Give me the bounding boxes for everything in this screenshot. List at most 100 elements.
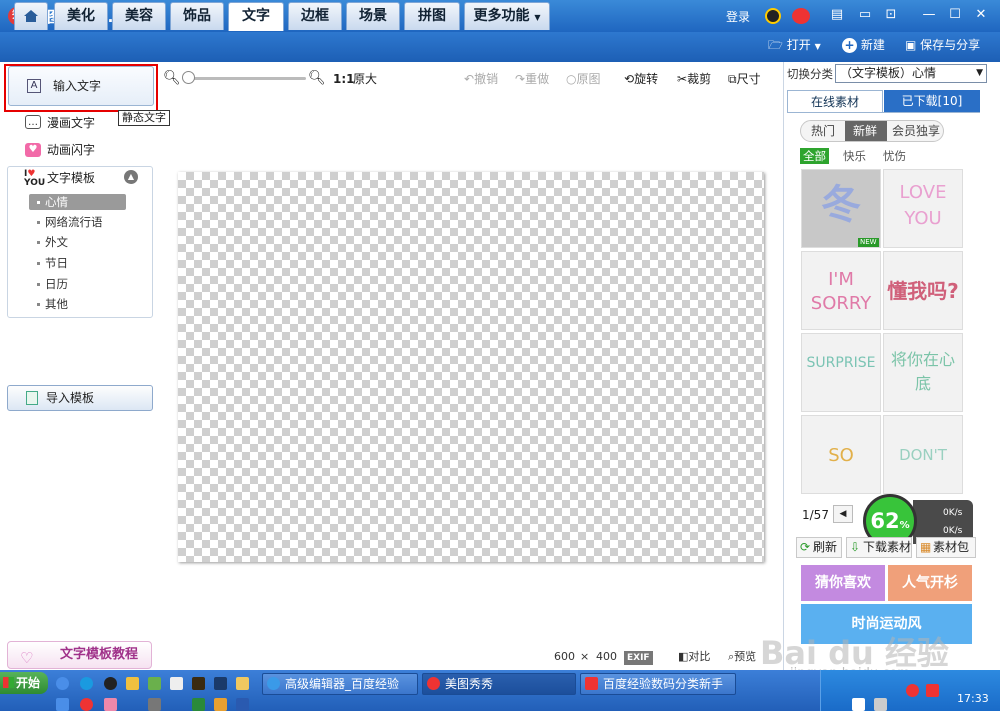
taskbar-item-baidu[interactable]: 百度经验数码分类新手 [580, 673, 736, 695]
template-thumb[interactable]: SURPRISE [801, 333, 881, 412]
zoom-out-icon[interactable]: 🔍︎ [163, 70, 181, 86]
download-material-button[interactable]: ⇩ 下载素材 [846, 537, 912, 558]
meitu-icon[interactable] [80, 698, 93, 711]
login-link[interactable]: 登录 [726, 8, 750, 25]
import-template-button[interactable]: 导入模板 [7, 385, 153, 411]
tab-text[interactable]: 文字 [228, 2, 284, 31]
template-sub-holiday[interactable]: 节日 [37, 255, 68, 271]
redo-button[interactable]: ↷重做 [515, 71, 549, 87]
category-sad[interactable]: 忧伤 [883, 148, 906, 164]
tab-online-material[interactable]: 在线素材 [787, 90, 883, 112]
photoshop-icon[interactable] [214, 677, 227, 690]
tab-scene[interactable]: 场景 [346, 2, 400, 30]
filter-hot[interactable]: 热门 [811, 124, 835, 138]
template-thumb[interactable]: LOVE YOU [883, 169, 963, 248]
banner-popular[interactable]: 人气开杉 [888, 565, 972, 601]
excel-icon[interactable] [192, 698, 205, 711]
quicklaunch-icon[interactable] [214, 698, 227, 711]
taskbar-item-meitu[interactable]: 美图秀秀 [422, 673, 576, 695]
text-template-header[interactable]: 文字模板 [47, 170, 95, 186]
tab-downloaded[interactable]: 已下载[10] [884, 90, 980, 112]
start-button[interactable]: 开始 [0, 672, 48, 694]
taskbar-item-editor[interactable]: 高级编辑器_百度经验 [262, 673, 418, 695]
preview-button[interactable]: ⌕预览 [728, 650, 756, 664]
comic-text-item[interactable]: 漫画文字 [47, 115, 95, 131]
zoom-slider-handle[interactable] [182, 71, 195, 84]
open-button[interactable]: 🗁 打开 ▼ [768, 36, 821, 56]
save-share-button[interactable]: ▣ 保存与分享 [905, 36, 980, 54]
template-sub-mood[interactable]: 心情 [29, 194, 126, 210]
zoom-slider[interactable] [184, 77, 306, 80]
quicklaunch-icon[interactable] [56, 698, 69, 711]
template-sub-other[interactable]: 其他 [37, 296, 68, 312]
illustrator-icon[interactable] [192, 677, 205, 690]
help-icon[interactable] [852, 698, 865, 711]
minimize-icon[interactable]: — [920, 7, 938, 23]
template-tutorial-button[interactable]: ♡ 文字模板教程 [7, 641, 152, 669]
flash-text-item[interactable]: 动画闪字 [47, 142, 95, 158]
ie-icon[interactable] [56, 677, 69, 690]
filter-vip[interactable]: 会员独享 [892, 124, 940, 138]
refresh-button[interactable]: ⟳ 刷新 [796, 537, 842, 558]
close-icon[interactable]: ✕ [972, 7, 990, 23]
category-all[interactable]: 全部 [800, 148, 829, 164]
filter-new[interactable]: 新鲜 [853, 124, 877, 138]
doc-icon[interactable] [170, 677, 183, 690]
app-icon[interactable] [126, 677, 139, 690]
tab-collage[interactable]: 拼图 [404, 2, 460, 30]
progress-value: 62 [870, 509, 900, 533]
template-sub-label: 心情 [45, 195, 68, 209]
quicklaunch-icon[interactable] [104, 698, 117, 711]
rotate-button[interactable]: ⟲旋转 [624, 71, 658, 87]
skin-icon[interactable]: ▤ [828, 7, 846, 23]
weibo-icon[interactable] [792, 8, 810, 24]
original-size-button[interactable]: 原大 [353, 71, 377, 87]
qq-icon[interactable] [104, 677, 117, 690]
tab-frame[interactable]: 边框 [288, 2, 342, 30]
quicklaunch-icon[interactable] [148, 698, 161, 711]
category-happy[interactable]: 快乐 [843, 148, 866, 164]
folder-icon[interactable] [236, 677, 249, 690]
material-pack-button[interactable]: ▦ 素材包 [916, 537, 976, 558]
tray-icon[interactable] [874, 698, 887, 711]
maximize-icon[interactable]: ☐ [946, 7, 964, 23]
template-sub-foreign[interactable]: 外文 [37, 234, 68, 250]
template-thumb[interactable]: SO COOL [801, 415, 881, 494]
collapse-icon[interactable]: ▲ [124, 170, 138, 184]
size-button[interactable]: ⧉尺寸 [728, 71, 761, 87]
tab-accessories[interactable]: 饰品 [170, 2, 224, 30]
tab-face[interactable]: 美容 [112, 2, 166, 30]
settings-icon[interactable]: ⊡ [882, 7, 900, 23]
antivirus-icon[interactable] [906, 684, 919, 697]
template-thumb[interactable]: 将你在心底 [883, 333, 963, 412]
canvas-transparent[interactable] [178, 172, 764, 562]
new-button[interactable]: + 新建 [842, 36, 885, 54]
banner-guess-you-like[interactable]: 猜你喜欢 [801, 565, 885, 601]
template-sub-calendar[interactable]: 日历 [37, 276, 68, 292]
zoom-in-icon[interactable]: 🔍︎ [308, 70, 326, 86]
category-select[interactable]: （文字模板）心情 ▼ [835, 64, 987, 83]
prev-page-button[interactable]: ◀ [833, 505, 853, 523]
compare-button[interactable]: ◧对比 [678, 650, 710, 664]
word-icon[interactable] [236, 698, 249, 711]
template-thumb[interactable]: 懂我吗? [883, 251, 963, 330]
template-sub-internet[interactable]: 网络流行语 [37, 214, 103, 230]
home-tab[interactable] [14, 2, 48, 30]
template-thumb[interactable]: I'M SORRY [801, 251, 881, 330]
message-icon[interactable]: ▭ [856, 7, 874, 23]
browser-icon[interactable] [80, 677, 93, 690]
qq-icon[interactable] [765, 8, 781, 24]
ratio-button[interactable]: 1:1 [333, 71, 355, 87]
exif-button[interactable]: EXIF [624, 651, 653, 665]
undo-button[interactable]: ↶撤销 [464, 71, 498, 87]
rotate-label: 旋转 [634, 72, 659, 86]
crop-button[interactable]: ✂裁剪 [677, 71, 711, 87]
media-icon[interactable] [148, 677, 161, 690]
tab-beautify[interactable]: 美化 [54, 2, 108, 30]
original-image-button[interactable]: ○原图 [566, 71, 601, 87]
tab-more[interactable]: 更多功能 ▼ [464, 2, 550, 30]
shield-icon[interactable] [926, 684, 939, 697]
template-thumb[interactable]: 冬 [801, 169, 881, 248]
template-thumb[interactable]: DON'T CRY [883, 415, 963, 494]
home-icon [24, 10, 38, 22]
